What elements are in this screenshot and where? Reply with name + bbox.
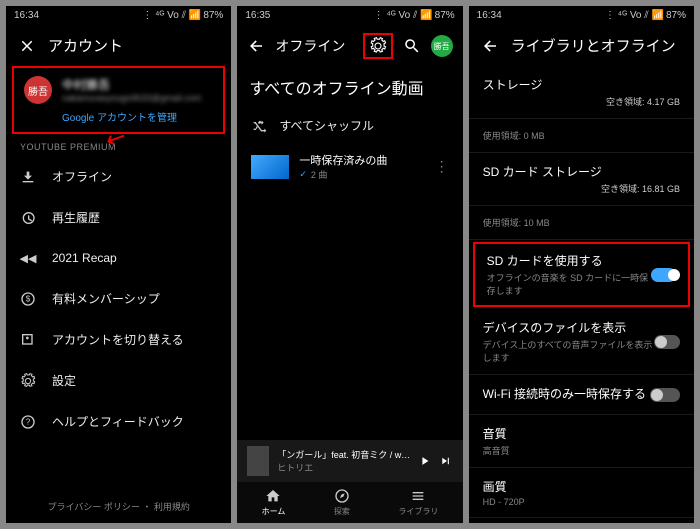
shuffle-all[interactable]: すべてシャッフル [237,107,462,144]
menu-recap[interactable]: ◀◀2021 Recap [6,238,231,278]
mini-player[interactable]: 「ンガール」feat. 初音ミク / w… ヒトリエ [237,440,462,482]
status-bar: 16:34 ⋮ ⁴ᴳ Vo ⫽ 📶87% [469,6,694,25]
page-title: アカウント [48,35,123,56]
search-icon[interactable] [403,37,421,55]
menu-settings[interactable]: 設定 [6,360,231,401]
setting-storage-used: 使用領域: 0 MB [469,119,694,153]
manage-account-link[interactable]: Google アカウントを管理 [62,109,213,124]
setting-video-quality[interactable]: 画質 HD - 720P [469,468,694,518]
bottom-nav: ホーム 探索 ライブラリ [237,482,462,523]
menu-history[interactable]: 再生履歴 [6,197,231,238]
song-thumbnail [251,155,289,179]
page-title: オフライン [275,36,352,56]
sd-highlight: SD カードを使用する オフラインの音楽を SD カードに一時保存します [473,242,690,307]
download-icon [20,169,36,185]
setting-storage: ストレージ 空き領域: 4.17 GB [469,66,694,119]
svg-text:$: $ [26,294,31,303]
rewind-icon: ◀◀ [20,250,36,266]
gear-highlight [363,33,393,59]
offline-header: オフライン 勝吾 [237,25,462,67]
song-item[interactable]: 一時保存済みの曲 ✓2 曲 ⋮ [237,144,462,189]
status-bar: 16:35 ⋮ ⁴ᴳ Vo ⫽ 📶87% [237,6,462,25]
shuffle-icon [251,118,267,134]
avatar[interactable]: 勝吾 [24,76,52,104]
toggle-files[interactable] [654,335,680,349]
setting-smart-download[interactable]: スマート一時保存 [469,518,694,523]
play-icon[interactable] [418,452,431,470]
status-time: 16:34 [14,10,39,21]
toggle-wifi[interactable] [650,388,680,402]
status-time: 16:35 [245,10,270,21]
gear-icon[interactable] [369,37,387,55]
nav-home[interactable]: ホーム [262,488,286,517]
toggle-sd[interactable] [651,268,676,282]
big-title: すべてのオフライン動画 [237,67,462,107]
phone-offline: 16:35 ⋮ ⁴ᴳ Vo ⫽ 📶87% オフライン 勝吾 すべてのオフライン動… [237,6,462,523]
setting-audio-quality[interactable]: 音質 高音質 [469,415,694,468]
song-title: 一時保存済みの曲 [299,152,424,168]
setting-sd-used: 使用領域: 10 MB [469,206,694,240]
menu-switch-account[interactable]: アカウントを切り替える [6,319,231,360]
player-thumbnail [247,446,269,476]
nav-explore[interactable]: 探索 [334,488,350,517]
player-artist: ヒトリエ [277,461,410,474]
setting-show-files[interactable]: デバイスのファイルを表示 デバイス上のすべての音声ファイルを表示します [469,309,694,375]
header: ライブラリとオフライン [469,25,694,66]
home-icon [265,488,281,504]
phone-settings: 16:34 ⋮ ⁴ᴳ Vo ⫽ 📶87% ライブラリとオフライン ストレージ 空… [469,6,694,523]
back-icon[interactable] [247,37,265,55]
more-icon[interactable]: ⋮ [435,158,449,175]
phone-account: 16:34 ⋮ ⁴ᴳ Vo ⫽ 📶87% アカウント 勝吾 中村勝吾 nakam… [6,6,231,523]
close-icon[interactable] [18,37,36,55]
header: アカウント [6,25,231,66]
menu-offline[interactable]: オフライン [6,156,231,197]
gear-icon [20,373,36,389]
library-icon [410,488,426,504]
avatar[interactable]: 勝吾 [431,35,453,57]
player-title: 「ンガール」feat. 初音ミク / w… [277,448,410,461]
setting-sd-storage: SD カード ストレージ 空き領域: 16.81 GB [469,153,694,206]
status-time: 16:34 [477,10,502,21]
check-icon: ✓ [299,169,307,180]
account-email: nakamurasyougo9633@gmail.com [62,93,213,103]
status-bar: 16:34 ⋮ ⁴ᴳ Vo ⫽ 📶87% [6,6,231,25]
menu-help[interactable]: ?ヘルプとフィードバック [6,401,231,442]
back-icon[interactable] [481,37,499,55]
menu-membership[interactable]: $有料メンバーシップ [6,278,231,319]
dollar-icon: $ [20,291,36,307]
setting-wifi[interactable]: Wi-Fi 接続時のみ一時保存する [469,375,694,415]
page-title: ライブラリとオフライン [511,35,676,56]
help-icon: ? [20,414,36,430]
compass-icon [334,488,350,504]
switch-account-icon [20,332,36,348]
footer-links[interactable]: プライバシー ポリシー ・ 利用規約 [6,490,231,523]
history-icon [20,210,36,226]
setting-use-sd[interactable]: SD カードを使用する オフラインの音楽を SD カードに一時保存します [487,252,676,297]
next-icon[interactable] [439,452,452,470]
account-name: 中村勝吾 [62,76,213,93]
nav-library[interactable]: ライブラリ [398,488,438,517]
svg-text:?: ? [26,417,31,426]
